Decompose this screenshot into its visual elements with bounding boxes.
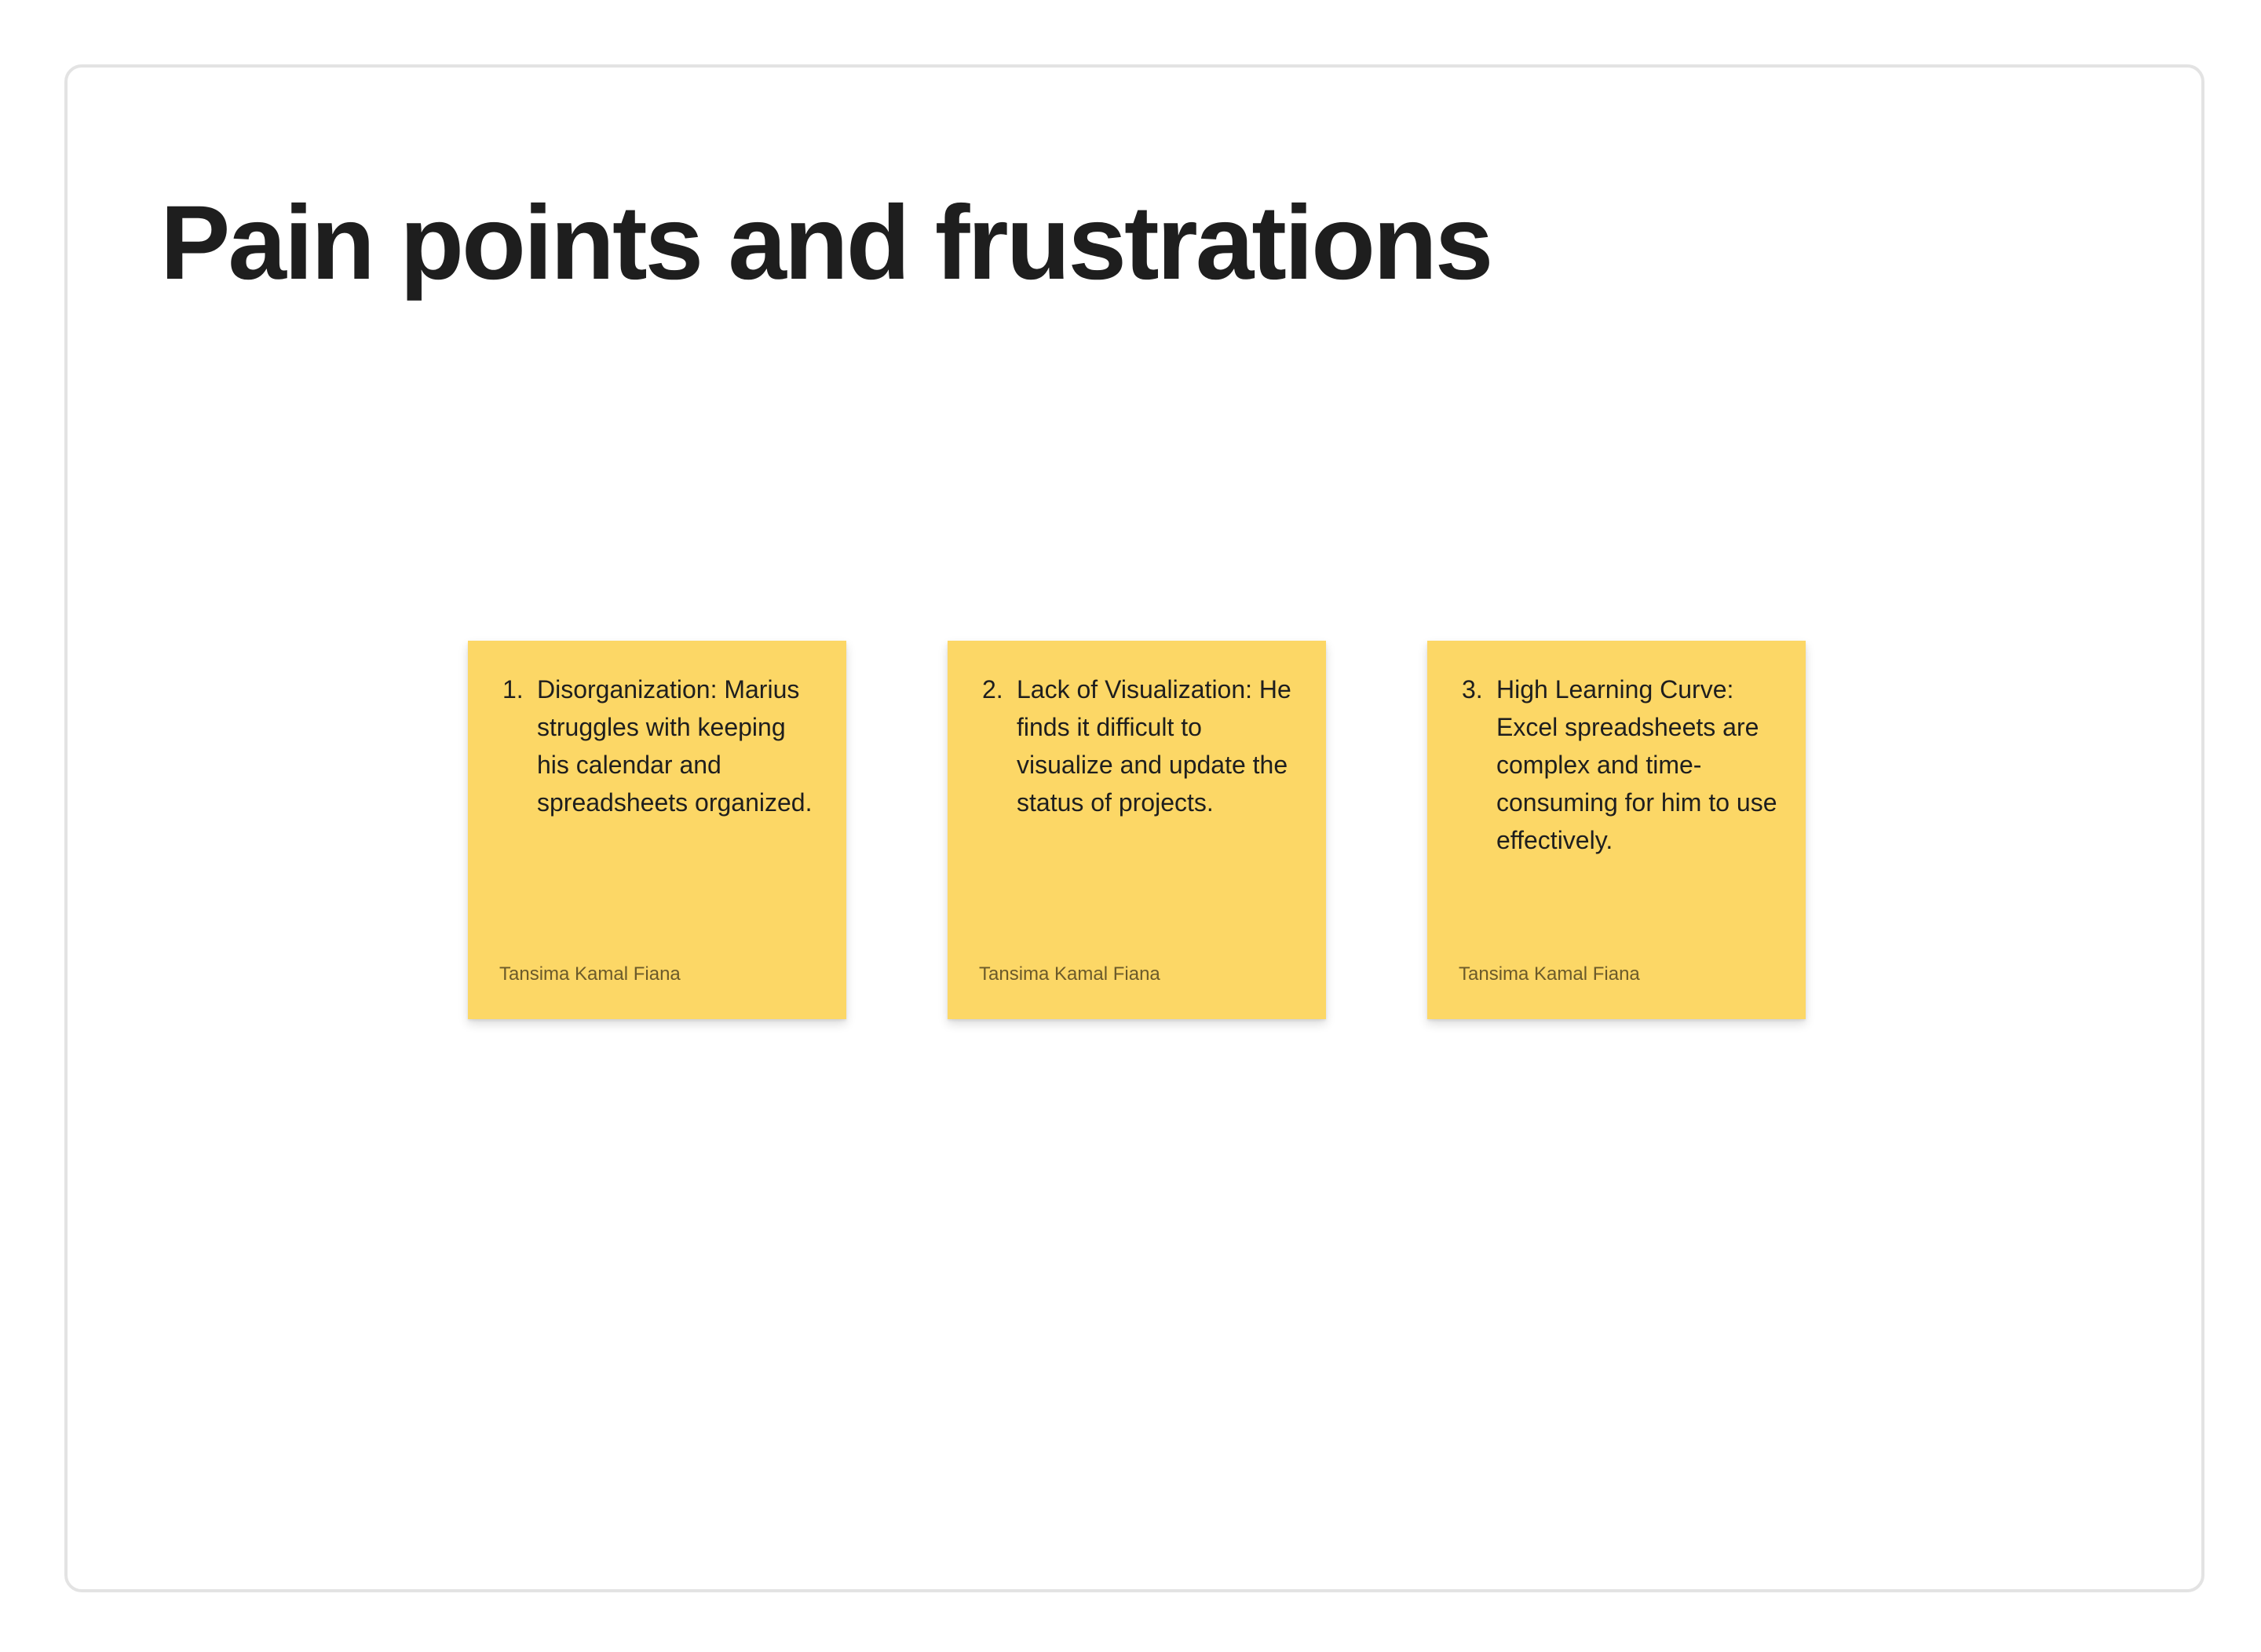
note-list-item: 1. Disorganization: Marius struggles wit…	[502, 671, 820, 821]
note-author: Tansima Kamal Fiana	[979, 963, 1160, 985]
note-author: Tansima Kamal Fiana	[499, 963, 681, 985]
note-text: High Learning Curve: Excel spreadsheets …	[1496, 675, 1777, 854]
sticky-note-3[interactable]: 3. High Learning Curve: Excel spreadshee…	[1427, 641, 1806, 1019]
note-number: 1.	[502, 675, 524, 704]
note-text: Disorganization: Marius struggles with k…	[537, 675, 813, 817]
note-list: 1. Disorganization: Marius struggles wit…	[502, 671, 820, 821]
page-title: Pain points and frustrations	[160, 185, 1493, 302]
note-text: Lack of Visualization: He finds it diffi…	[1017, 675, 1291, 817]
note-list: 2. Lack of Visualization: He finds it di…	[982, 671, 1299, 821]
sticky-note-2[interactable]: 2. Lack of Visualization: He finds it di…	[948, 641, 1326, 1019]
note-number: 2.	[982, 675, 1003, 704]
note-list: 3. High Learning Curve: Excel spreadshee…	[1462, 671, 1779, 859]
sticky-note-1[interactable]: 1. Disorganization: Marius struggles wit…	[468, 641, 846, 1019]
note-number: 3.	[1462, 675, 1483, 704]
note-list-item: 3. High Learning Curve: Excel spreadshee…	[1462, 671, 1779, 859]
note-list-item: 2. Lack of Visualization: He finds it di…	[982, 671, 1299, 821]
note-author: Tansima Kamal Fiana	[1459, 963, 1640, 985]
